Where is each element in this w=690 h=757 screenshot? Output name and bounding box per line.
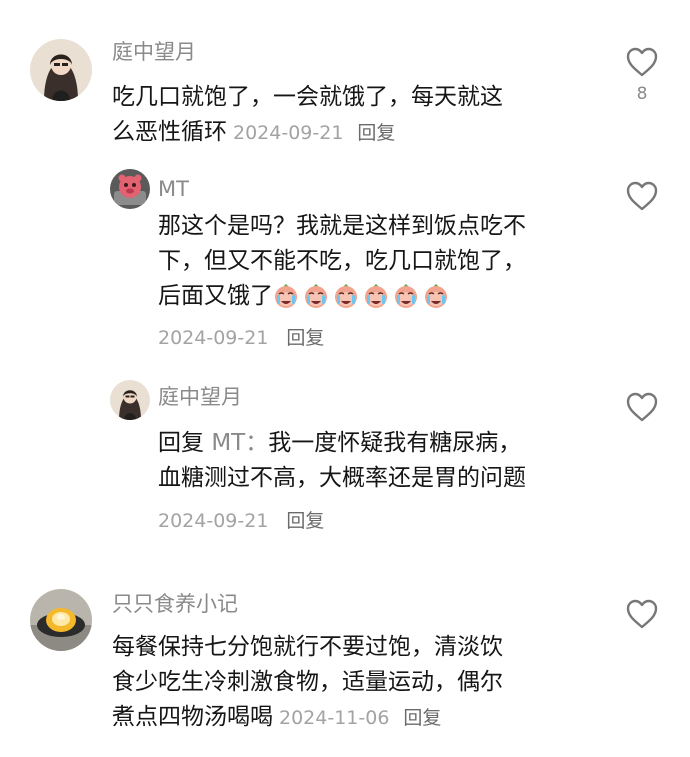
comment-text-line: 我一度怀疑我有糖尿病， bbox=[268, 430, 522, 456]
reply-button[interactable]: 回复 bbox=[357, 122, 395, 144]
avatar[interactable] bbox=[110, 380, 150, 420]
reply-button[interactable]: 回复 bbox=[403, 707, 441, 729]
comment-text: 回复 MT：我一度怀疑我有糖尿病， 血糖测过不高，大概率还是胃的问题 bbox=[158, 426, 598, 496]
crying-face-icon bbox=[305, 284, 327, 308]
heart-outline-icon bbox=[626, 47, 658, 77]
comment-meta: 2024-09-21 回复 bbox=[158, 324, 324, 352]
crying-face-icon bbox=[365, 284, 387, 308]
comment-text-line: 食少吃生冷刺激食物，适量运动，偶尔 bbox=[112, 669, 503, 695]
username[interactable]: 庭中望月 bbox=[112, 38, 196, 66]
crying-face-icon bbox=[335, 284, 357, 308]
comment-text: 那这个是吗？我就是这样到饭点吃不 下，但又不能不吃，吃几口就饱了， 后面又饿了 bbox=[158, 209, 598, 320]
comment-date: 2024-09-21 bbox=[158, 510, 269, 532]
avatar[interactable] bbox=[110, 169, 150, 209]
comment-meta: 2024-09-21 回复 bbox=[158, 507, 324, 535]
comment-text-line: 每餐保持七分饱就行不要过饱，清淡饮 bbox=[112, 634, 503, 660]
reply-prefix: 回复 bbox=[158, 430, 204, 456]
like-button[interactable] bbox=[624, 391, 660, 423]
like-button[interactable] bbox=[624, 180, 660, 212]
comment-text-line: 血糖测过不高，大概率还是胃的问题 bbox=[158, 465, 526, 491]
comment-date: 2024-11-06 bbox=[279, 707, 390, 729]
comment-text-line: 后面又饿了 bbox=[158, 283, 273, 309]
mention-link[interactable]: MT： bbox=[211, 430, 268, 456]
comment-text-line: 煮点四物汤喝喝 bbox=[112, 704, 273, 730]
crying-face-icon bbox=[425, 284, 447, 308]
comment-text-line: 那这个是吗？我就是这样到饭点吃不 bbox=[158, 213, 526, 239]
avatar[interactable] bbox=[30, 39, 92, 101]
username[interactable]: 庭中望月 bbox=[158, 383, 242, 411]
comment-text-line: 么恶性循环 bbox=[112, 119, 227, 145]
comment-text: 每餐保持七分饱就行不要过饱，清淡饮 食少吃生冷刺激食物，适量运动，偶尔 煮点四物… bbox=[112, 630, 592, 736]
like-button[interactable]: 8 bbox=[624, 46, 660, 104]
like-count: 8 bbox=[636, 84, 648, 104]
username[interactable]: MT bbox=[158, 175, 189, 203]
heart-outline-icon bbox=[626, 181, 658, 211]
comment-text: 吃几口就饱了，一会就饿了，每天就这 么恶性循环 2024-09-21 回复 bbox=[112, 80, 592, 151]
crying-face-icon bbox=[275, 284, 297, 308]
avatar[interactable] bbox=[30, 589, 92, 651]
crying-face-icon bbox=[395, 284, 417, 308]
comment-text-line: 下，但又不能不吃，吃几口就饱了， bbox=[158, 248, 526, 274]
comment-date: 2024-09-21 bbox=[233, 122, 344, 144]
like-button[interactable] bbox=[624, 598, 660, 630]
reply-button[interactable]: 回复 bbox=[286, 327, 324, 349]
username[interactable]: 只只食养小记 bbox=[112, 590, 238, 618]
heart-outline-icon bbox=[626, 392, 658, 422]
reply-button[interactable]: 回复 bbox=[286, 510, 324, 532]
heart-outline-icon bbox=[626, 599, 658, 629]
comment-text-line: 吃几口就饱了，一会就饿了，每天就这 bbox=[112, 84, 503, 110]
emoji-group bbox=[273, 283, 453, 320]
comment-date: 2024-09-21 bbox=[158, 327, 269, 349]
